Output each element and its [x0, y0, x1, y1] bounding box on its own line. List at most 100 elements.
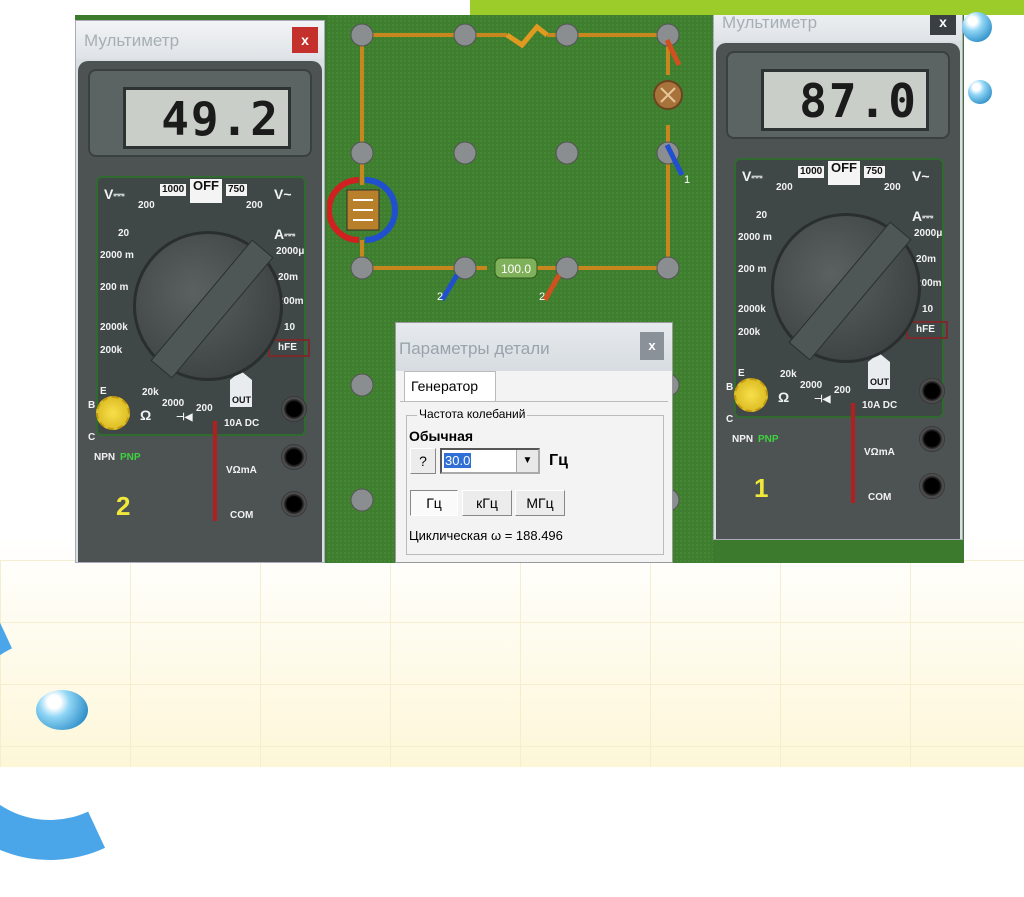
dialog-close-button[interactable]: x — [640, 332, 664, 360]
lcd-reading: 49.2 — [123, 87, 291, 149]
transistor-socket[interactable] — [734, 378, 768, 412]
multimeter-window-1[interactable]: Мультиметр x 87.0 V⎓ 1000 OFF 750 V~ 200 200 2… — [713, 2, 963, 540]
help-button[interactable]: ? — [410, 448, 436, 474]
label-r200k: 200k — [100, 345, 123, 356]
label-ohm: Ω — [778, 389, 790, 405]
part-parameters-dialog: Параметры детали x Генератор Частота кол… — [395, 322, 673, 563]
label-npn: NPN — [732, 434, 754, 445]
probe-lead — [213, 421, 217, 521]
transistor-socket[interactable] — [96, 396, 130, 430]
circuit-node[interactable] — [350, 256, 374, 280]
jack-10a[interactable] — [281, 396, 307, 422]
label-r20k: 20k — [142, 387, 159, 398]
multimeter-body: 49.2 V⎓ 1000 OFF 750 V~ 200 200 20 2000 m 200 m … — [78, 61, 322, 562]
label-out: OUT — [870, 377, 889, 387]
label-c: C — [88, 432, 96, 443]
unit-button-mhz[interactable]: МГц — [515, 490, 565, 516]
label-vac200: 200 — [884, 182, 901, 193]
chevron-down-icon[interactable]: ▼ — [516, 450, 538, 472]
label-off[interactable]: OFF — [828, 161, 860, 185]
circuit-node[interactable] — [555, 23, 579, 47]
label-adc: A⎓ — [274, 226, 296, 242]
droplet-icon — [36, 690, 88, 730]
probe-label: 2 — [437, 291, 443, 303]
dial-knob[interactable] — [150, 239, 274, 379]
label-r2000k: 2000k — [100, 322, 128, 333]
range-selector-dial[interactable] — [771, 213, 921, 363]
jack-vohma[interactable] — [281, 444, 307, 470]
label-v200m: 200 m — [738, 264, 767, 275]
label-v750: 750 — [226, 184, 247, 196]
label-a2000u: 2000μ — [914, 228, 943, 239]
circuit-node[interactable] — [555, 141, 579, 165]
jack-com[interactable] — [281, 491, 307, 517]
multimeter-title: Мультиметр — [76, 21, 324, 59]
label-pnp: PNP — [758, 434, 779, 445]
jack-10a[interactable] — [919, 378, 945, 404]
label-v20: 20 — [118, 228, 130, 239]
multimeter-close-button[interactable]: x — [292, 27, 318, 53]
label-ohm: Ω — [140, 407, 152, 423]
label-r200: 200 — [834, 385, 851, 396]
circuit-node[interactable] — [350, 373, 374, 397]
jack-com[interactable] — [919, 473, 945, 499]
label-com: COM — [868, 492, 892, 503]
label-v2000m: 2000 m — [100, 250, 134, 261]
frequency-input[interactable]: 30.0 — [444, 453, 472, 468]
dial-knob[interactable] — [788, 221, 912, 361]
frequency-combobox[interactable]: 30.0 ▼ — [440, 448, 540, 474]
label-a20m: 20m — [916, 254, 937, 265]
circuit-node[interactable] — [350, 23, 374, 47]
wires — [360, 33, 670, 270]
label-pnp: PNP — [120, 452, 141, 463]
label-diode: ⊣◀ — [176, 412, 193, 423]
meter-number: 2 — [116, 491, 131, 521]
label-a20m: 20m — [278, 272, 299, 283]
label-v200: 200 — [138, 200, 155, 211]
label-v2000m: 2000 m — [738, 232, 772, 243]
circuit-node[interactable] — [453, 23, 477, 47]
unit-button-khz[interactable]: кГц — [462, 490, 512, 516]
tab-generator[interactable]: Генератор — [404, 371, 496, 401]
label-out: OUT — [232, 395, 251, 405]
probe-label: 1 — [684, 174, 690, 186]
label-v750: 750 — [864, 166, 885, 178]
label-r200k: 200k — [738, 327, 761, 338]
label-v1000: 1000 — [798, 166, 825, 178]
label-e: E — [738, 368, 745, 379]
label-c: C — [726, 414, 734, 425]
label-vac200: 200 — [246, 200, 263, 211]
circuit-node[interactable] — [350, 488, 374, 512]
label-a10: 10 — [922, 304, 934, 315]
label-b: B — [726, 382, 734, 393]
lcd-reading: 87.0 — [761, 69, 929, 131]
range-selector-dial[interactable] — [133, 231, 283, 381]
label-v200: 200 — [776, 182, 793, 193]
label-vac: V~ — [274, 186, 292, 202]
label-b: B — [88, 400, 96, 411]
circuit-node[interactable] — [656, 256, 680, 280]
probe-label: 2 — [539, 291, 545, 303]
multimeter-window-2[interactable]: Мультиметр x 49.2 V⎓ 1000 OFF 750 V~ 200 200 2… — [75, 20, 325, 563]
resistor-value: 100.0 — [501, 262, 531, 276]
label-r2000: 2000 — [800, 380, 823, 391]
lcd-frame: 87.0 — [726, 51, 950, 139]
lcd-frame: 49.2 — [88, 69, 312, 157]
circuit-node[interactable] — [350, 141, 374, 165]
jack-vohma[interactable] — [919, 426, 945, 452]
label-a10: 10 — [284, 322, 296, 333]
label-off[interactable]: OFF — [190, 179, 222, 203]
label-adc: A⎓ — [912, 208, 934, 224]
cyclic-frequency: Циклическая ω = 188.496 — [409, 528, 563, 543]
switch-icon — [505, 23, 549, 49]
unit-button-hz[interactable]: Гц — [410, 490, 458, 516]
label-vdc: V⎓ — [742, 168, 763, 184]
label-hfe: hFE — [916, 324, 935, 335]
omega-value: ω = 188.496 — [490, 528, 563, 543]
mode-label: Обычная — [409, 428, 474, 444]
label-r2000k: 2000k — [738, 304, 766, 315]
label-hfe: hFE — [278, 342, 297, 353]
circuit-node[interactable] — [453, 141, 477, 165]
label-vdc: V⎓ — [104, 186, 125, 202]
droplet-icon — [968, 80, 992, 104]
